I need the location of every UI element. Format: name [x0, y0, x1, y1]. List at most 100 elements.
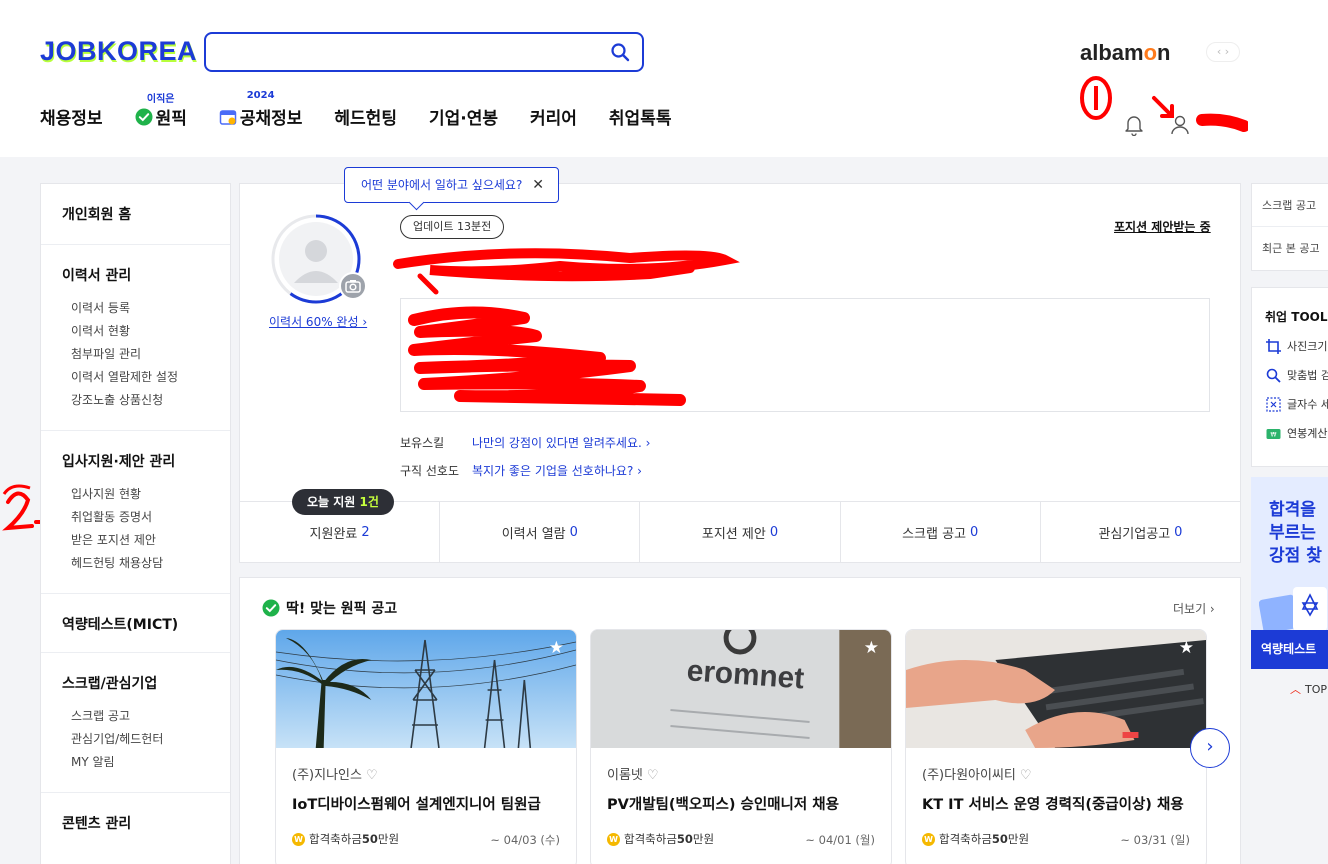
- skill-link[interactable]: 나만의 강점이 있다면 알려주세요. ›: [472, 434, 650, 451]
- sidebar-content-title[interactable]: 콘텐츠 관리: [62, 813, 230, 833]
- bonus-info: W 합격축하금 50 만원: [607, 831, 714, 847]
- job-title[interactable]: KT IT 서비스 운영 경력직(중급이상) 채용: [922, 793, 1184, 814]
- company-name: (주)지나인스 ♡: [292, 768, 378, 783]
- skill-label: 보유스킬: [400, 436, 445, 450]
- mict-button[interactable]: 역량테스트: [1251, 630, 1328, 669]
- star-icon[interactable]: ★: [549, 638, 564, 658]
- recent-panel: 스크랩 공고 최근 본 공고: [1251, 183, 1328, 271]
- job-card[interactable]: eromnet ★ 이롬넷 ♡ PV개발팀(백오피스) 승인매니저 채용 W 합격축…: [590, 629, 892, 864]
- today-applied-badge: 오늘 지원 1건: [292, 489, 394, 515]
- star-icon[interactable]: ★: [1179, 638, 1194, 658]
- sidebar-item-interest-companies[interactable]: 관심기업/헤드헌터: [71, 728, 230, 751]
- sidebar-mict[interactable]: 역량테스트(MICT): [62, 614, 230, 634]
- tool-photo-size[interactable]: 사진크기: [1266, 338, 1328, 354]
- deadline: ~ 04/03 (수): [490, 833, 560, 847]
- bonus-info: W 합격축하금 50 만원: [292, 831, 399, 847]
- stat-scrap-jobs[interactable]: 스크랩 공고 0: [841, 502, 1041, 562]
- sidebar-item-resume-register[interactable]: 이력서 등록: [71, 297, 230, 320]
- close-icon[interactable]: ✕: [532, 168, 544, 202]
- banner-arrows[interactable]: ‹ ›: [1206, 42, 1240, 62]
- tool-salary-calc[interactable]: ₩ 연봉계산: [1266, 425, 1328, 441]
- heart-icon[interactable]: ♡: [366, 768, 378, 783]
- position-offer-status[interactable]: 포지션 제안받는 중: [1114, 218, 1211, 235]
- job-title[interactable]: IoT디바이스펌웨어 설계엔지니어 팀원급: [292, 793, 541, 814]
- sidebar-item-resume-status[interactable]: 이력서 현황: [71, 320, 230, 343]
- check-circle-icon: [262, 599, 280, 617]
- nav-onepick-tag: 이직은: [146, 94, 175, 105]
- sidebar-item-headhunting-consult[interactable]: 헤드헌팅 채용상담: [71, 552, 230, 575]
- nav-public-recruit[interactable]: 2024 공채정보: [219, 90, 302, 129]
- sidebar-item-scrap-jobs[interactable]: 스크랩 공고: [71, 705, 230, 728]
- sidebar-apply-title[interactable]: 입사지원·제안 관리: [62, 451, 230, 471]
- preference-label: 구직 선호도: [400, 464, 460, 478]
- sidebar-item-employment-certificate[interactable]: 취업활동 증명서: [71, 506, 230, 529]
- jobkorea-logo[interactable]: JOBKOREA: [40, 36, 197, 67]
- sidebar-item-my-alerts[interactable]: MY 알림: [71, 751, 230, 774]
- crop-icon: [1266, 338, 1281, 354]
- star-icon[interactable]: ★: [864, 638, 879, 658]
- scroll-top-button[interactable]: ︿ TOP: [1290, 681, 1327, 697]
- mict-banner[interactable]: 합격을 부르는 강점 찾 역량테스트: [1251, 477, 1328, 669]
- preference-link[interactable]: 복지가 좋은 기업을 선호하나요? ›: [472, 462, 642, 479]
- search-icon[interactable]: [610, 42, 630, 62]
- rail-scrap-jobs[interactable]: 스크랩 공고: [1252, 184, 1328, 227]
- sidebar: 개인회원 홈 이력서 관리 이력서 등록 이력서 현황 첨부파일 관리 이력서 …: [40, 183, 231, 864]
- sidebar-scrap-title[interactable]: 스크랩/관심기업: [62, 673, 230, 693]
- job-card[interactable]: ★ (주)다원아이씨티 ♡ KT IT 서비스 운영 경력직(중급이상) 채용 W…: [905, 629, 1207, 864]
- nav-onepick[interactable]: 이직은 원픽: [135, 94, 187, 129]
- nav-talk[interactable]: 취업톡톡: [609, 104, 672, 129]
- sidebar-item-highlight[interactable]: 강조노출 상품신청: [71, 389, 230, 412]
- company-name: 이롬넷 ♡: [607, 768, 659, 783]
- stat-interest-companies[interactable]: 관심기업공고 0: [1041, 502, 1240, 562]
- rail-recent-jobs[interactable]: 최근 본 공고: [1252, 227, 1328, 270]
- main-nav: 채용정보 이직은 원픽 2024 공채정보 헤드헌팅 기업·연봉 커리어 취업톡…: [40, 90, 703, 129]
- sidebar-item-apply-status[interactable]: 입사지원 현황: [71, 483, 230, 506]
- nav-job-info[interactable]: 채용정보: [40, 104, 103, 129]
- more-link[interactable]: 더보기 ›: [1173, 600, 1215, 617]
- redacted-name: [393, 248, 740, 295]
- sidebar-home[interactable]: 개인회원 홈: [62, 204, 230, 224]
- search-box[interactable]: [204, 32, 644, 72]
- coin-icon: W: [922, 832, 935, 846]
- job-title[interactable]: PV개발팀(백오피스) 승인매니저 채용: [607, 793, 839, 814]
- calendar-icon: [219, 109, 237, 125]
- text-count-icon: [1266, 396, 1281, 412]
- magnifier-icon: [1266, 368, 1281, 383]
- heart-icon[interactable]: ♡: [647, 768, 659, 783]
- nav-career[interactable]: 커리어: [530, 104, 577, 129]
- interest-tooltip[interactable]: 어떤 분야에서 일하고 싶으세요? ✕: [344, 167, 559, 203]
- sidebar-item-view-restriction[interactable]: 이력서 열람제한 설정: [71, 366, 230, 389]
- redacted-summary: [408, 306, 686, 406]
- nav-company-salary[interactable]: 기업·연봉: [429, 104, 498, 129]
- nav-headhunting[interactable]: 헤드헌팅: [334, 104, 397, 129]
- stat-resume-viewed[interactable]: 이력서 열람 0: [440, 502, 641, 562]
- deadline: ~ 04/01 (월): [805, 833, 875, 847]
- preference-row: 구직 선호도 복지가 좋은 기업을 선호하나요? ›: [400, 462, 642, 479]
- tool-spell-check[interactable]: 맞춤법 검: [1266, 367, 1328, 383]
- banner-text: 합격을 부르는 강점 찾: [1269, 500, 1322, 566]
- sidebar-item-received-offers[interactable]: 받은 포지션 제안: [71, 529, 230, 552]
- tooltip-text: 어떤 분야에서 일하고 싶으세요?: [361, 178, 523, 192]
- search-input[interactable]: [218, 34, 598, 70]
- job-image: [276, 630, 576, 749]
- camera-button[interactable]: [339, 272, 367, 300]
- albamon-logo[interactable]: albamon: [1080, 40, 1171, 66]
- onepick-jobs-title: 딱! 맞는 원픽 공고: [262, 598, 397, 618]
- sidebar-resume-title[interactable]: 이력서 관리: [62, 265, 230, 285]
- job-card[interactable]: ★ (주)지나인스 ♡ IoT디바이스펌웨어 설계엔지니어 팀원급 W 합격축하금 …: [275, 629, 577, 864]
- sidebar-item-attachments[interactable]: 첨부파일 관리: [71, 343, 230, 366]
- money-icon: ₩: [1266, 428, 1281, 439]
- job-image: [906, 630, 1206, 748]
- annotation-mark-1: [1080, 76, 1248, 132]
- heart-icon[interactable]: ♡: [1020, 768, 1032, 783]
- carousel-next-button[interactable]: ›: [1190, 728, 1230, 768]
- svg-text:₩: ₩: [1271, 431, 1277, 438]
- update-chip: 업데이트 13분전: [400, 215, 505, 239]
- resume-completion-link[interactable]: 이력서 60% 완성 ›: [269, 313, 367, 330]
- tool-char-count[interactable]: 글자수 세: [1266, 396, 1328, 412]
- coin-icon: W: [607, 832, 620, 846]
- deadline: ~ 03/31 (일): [1120, 833, 1190, 847]
- nav-public-recruit-tag: 2024: [246, 90, 275, 101]
- stat-position-offers[interactable]: 포지션 제안 0: [640, 502, 841, 562]
- star-of-david-icon: [1259, 587, 1327, 631]
